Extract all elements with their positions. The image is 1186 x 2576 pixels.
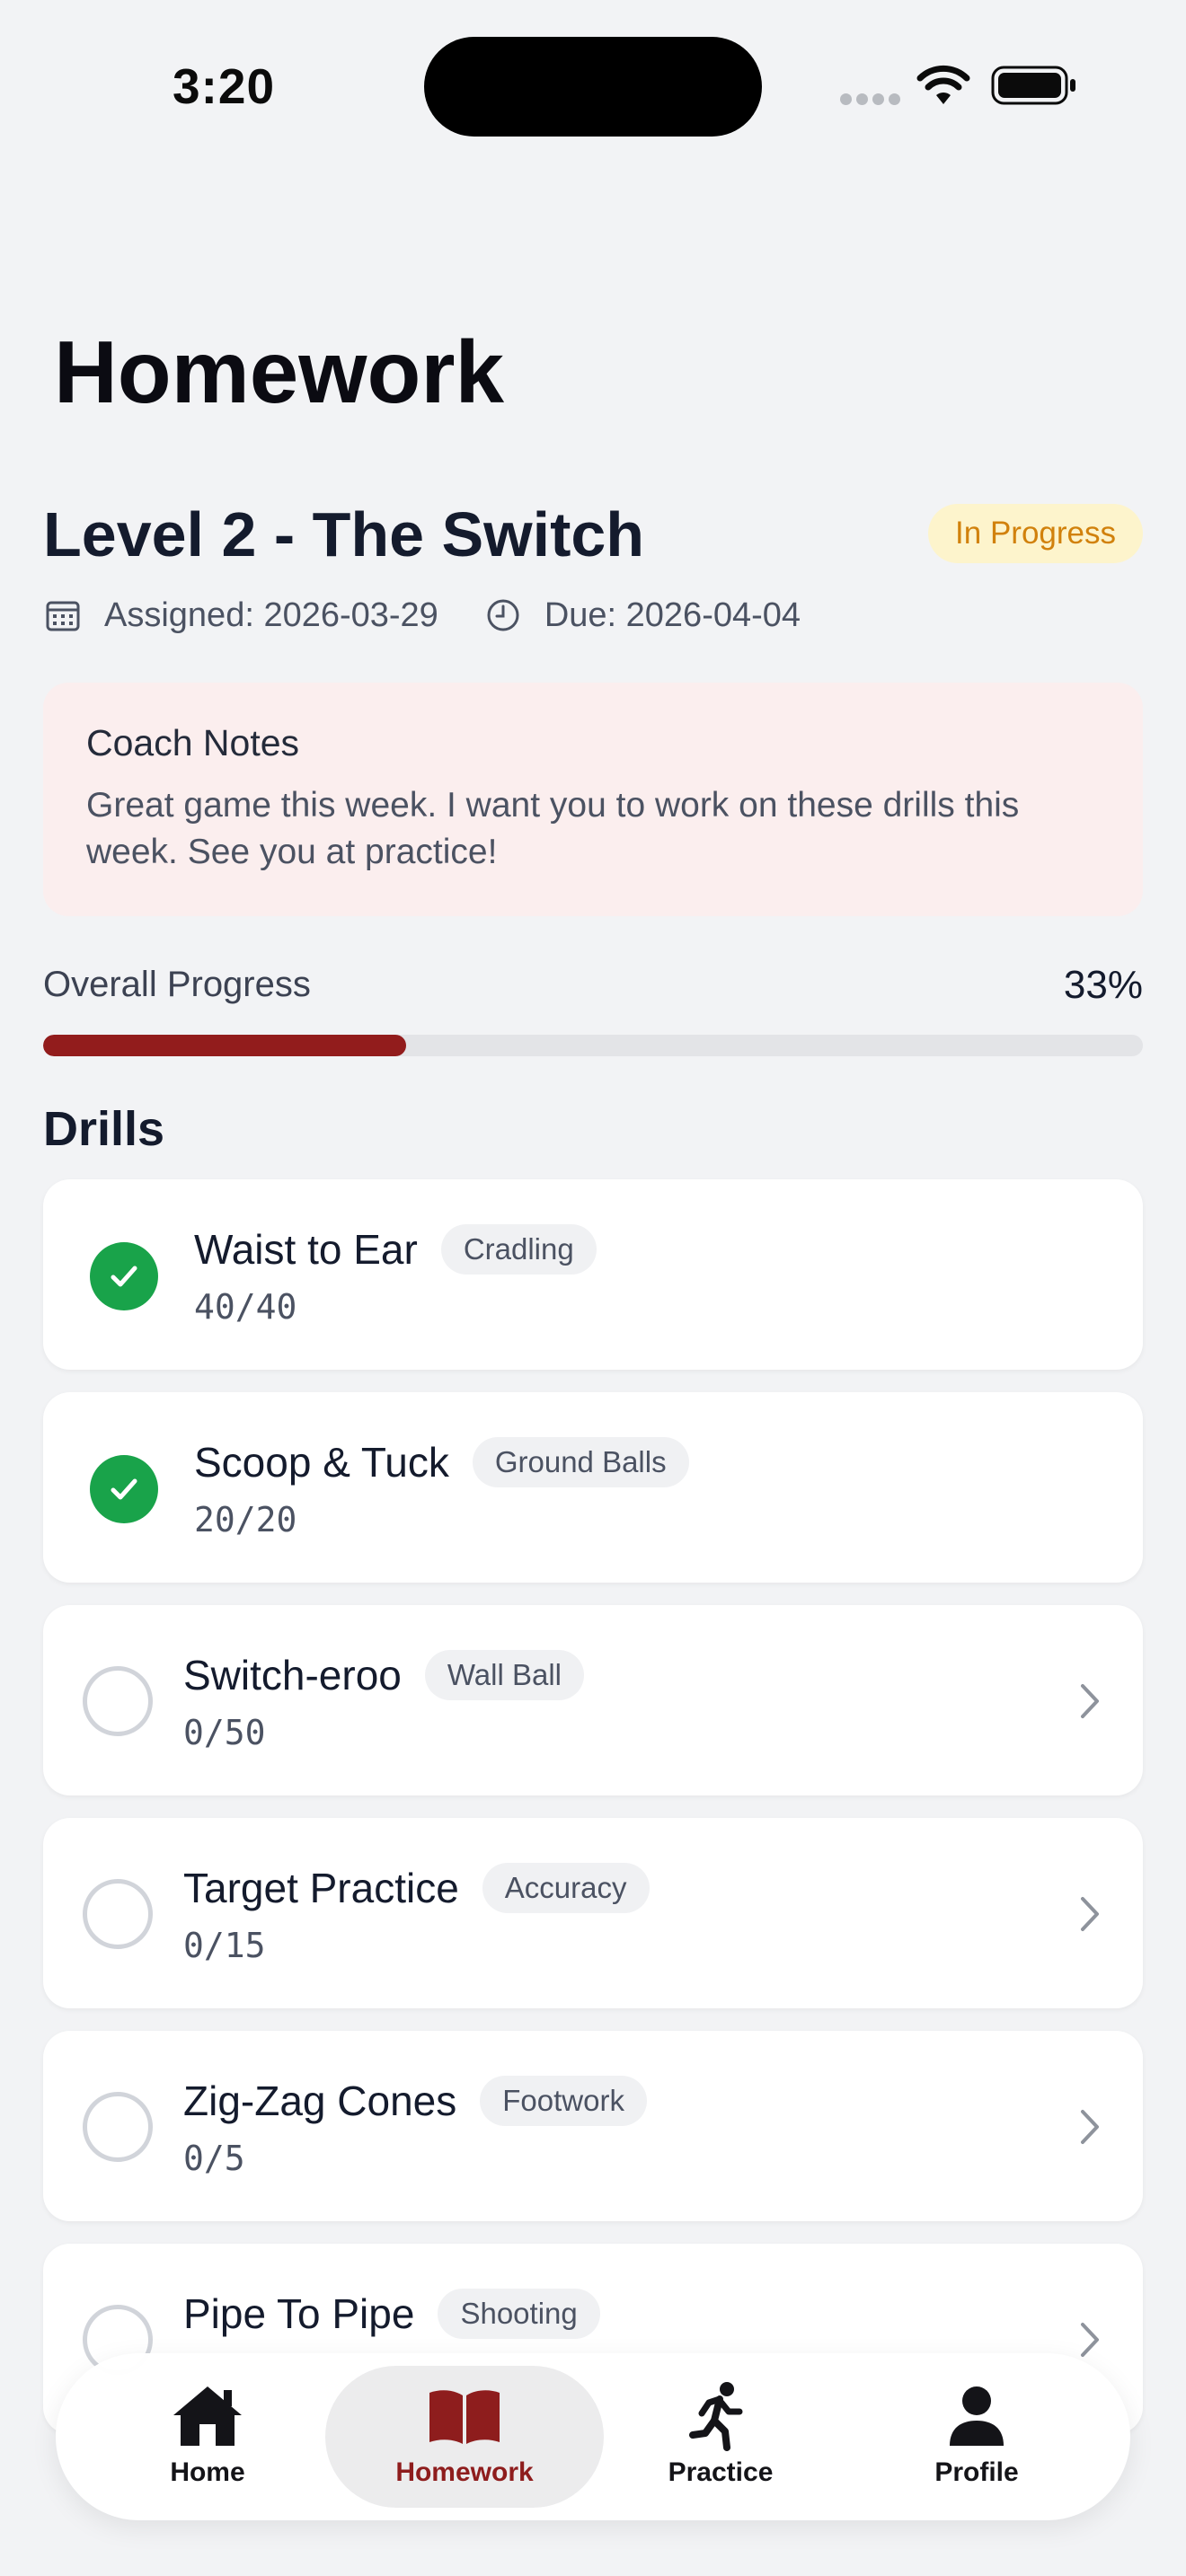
coach-notes-card: Coach Notes Great game this week. I want… bbox=[43, 683, 1143, 916]
drill-count: 40/40 bbox=[194, 1287, 297, 1327]
drill-category-tag: Accuracy bbox=[482, 1863, 650, 1913]
homework-dates: Assigned: 2026-03-29 Due: 2026-04-04 bbox=[43, 593, 801, 638]
drill-card-waist-to-ear[interactable]: Waist to Ear Cradling 40/40 bbox=[43, 1179, 1143, 1370]
drill-card-target-practice[interactable]: Target Practice Accuracy 0/15 bbox=[43, 1818, 1143, 2008]
drill-name: Pipe To Pipe bbox=[183, 2290, 415, 2337]
book-icon bbox=[426, 2380, 503, 2452]
status-time: 3:20 bbox=[173, 58, 276, 114]
drill-count: 20/20 bbox=[194, 1500, 297, 1539]
drill-name: Switch-eroo bbox=[183, 1652, 402, 1698]
clock-icon bbox=[483, 595, 523, 635]
drill-category-tag: Ground Balls bbox=[472, 1437, 689, 1487]
tab-home[interactable]: Home bbox=[91, 2380, 324, 2497]
running-person-icon bbox=[689, 2380, 752, 2452]
page-title: Homework bbox=[54, 322, 505, 421]
coach-notes-body: Great game this week. I want you to work… bbox=[86, 786, 1020, 871]
tab-label: Profile bbox=[934, 2457, 1019, 2487]
overall-progress-bar bbox=[43, 1035, 1143, 1056]
overall-progress-fill bbox=[43, 1035, 406, 1056]
homework-title: Level 2 - The Switch bbox=[43, 499, 645, 569]
drill-name: Scoop & Tuck bbox=[194, 1439, 449, 1486]
drill-count: 0/5 bbox=[183, 2139, 245, 2178]
tab-label: Homework bbox=[395, 2457, 534, 2487]
tab-practice[interactable]: Practice bbox=[604, 2380, 837, 2497]
overall-progress-value: 33% bbox=[1063, 963, 1143, 1007]
chevron-right-icon bbox=[1081, 1897, 1099, 1931]
tab-bar: Home Homework Practice Profile bbox=[56, 2353, 1130, 2520]
chevron-right-icon bbox=[1081, 2323, 1099, 2357]
drill-card-switch-eroo[interactable]: Switch-eroo Wall Ball 0/50 bbox=[43, 1605, 1143, 1795]
due-date: Due: 2026-04-04 bbox=[544, 595, 801, 634]
overall-progress-label: Overall Progress bbox=[43, 965, 311, 1004]
drill-name: Target Practice bbox=[183, 1865, 459, 1911]
drills-heading: Drills bbox=[43, 1102, 165, 1156]
tab-label: Home bbox=[170, 2457, 245, 2487]
check-circle-icon bbox=[90, 1242, 158, 1310]
calendar-icon bbox=[43, 595, 83, 635]
assigned-date: Assigned: 2026-03-29 bbox=[104, 595, 438, 634]
person-icon bbox=[947, 2380, 1006, 2452]
drill-category-tag: Wall Ball bbox=[424, 1650, 585, 1700]
incomplete-circle-icon bbox=[83, 1666, 153, 1736]
dynamic-island bbox=[424, 37, 762, 137]
tab-profile[interactable]: Profile bbox=[860, 2380, 1093, 2497]
drill-count: 0/50 bbox=[183, 1713, 266, 1752]
drill-card-scoop-and-tuck[interactable]: Scoop & Tuck Ground Balls 20/20 bbox=[43, 1392, 1143, 1583]
drill-count: 0/15 bbox=[183, 1926, 266, 1965]
chevron-right-icon bbox=[1081, 2110, 1099, 2144]
tab-homework[interactable]: Homework bbox=[348, 2380, 581, 2497]
home-icon bbox=[170, 2380, 245, 2452]
wifi-icon bbox=[916, 65, 970, 104]
drill-category-tag: Shooting bbox=[438, 2289, 600, 2339]
incomplete-circle-icon bbox=[83, 1879, 153, 1949]
drill-card-zig-zag-cones[interactable]: Zig-Zag Cones Footwork 0/5 bbox=[43, 2031, 1143, 2221]
drill-category-tag: Cradling bbox=[440, 1224, 597, 1275]
coach-notes-title: Coach Notes bbox=[86, 722, 300, 763]
battery-icon bbox=[991, 66, 1075, 105]
status-bar: 3:20 bbox=[0, 0, 1186, 171]
drill-name: Zig-Zag Cones bbox=[183, 2078, 457, 2124]
check-circle-icon bbox=[90, 1455, 158, 1523]
status-badge: In Progress bbox=[928, 504, 1143, 563]
drill-category-tag: Footwork bbox=[480, 2076, 647, 2126]
cellular-signal-icon bbox=[840, 93, 905, 110]
drill-name: Waist to Ear bbox=[194, 1226, 418, 1273]
incomplete-circle-icon bbox=[83, 2092, 153, 2162]
chevron-right-icon bbox=[1081, 1684, 1099, 1718]
tab-label: Practice bbox=[668, 2457, 774, 2487]
